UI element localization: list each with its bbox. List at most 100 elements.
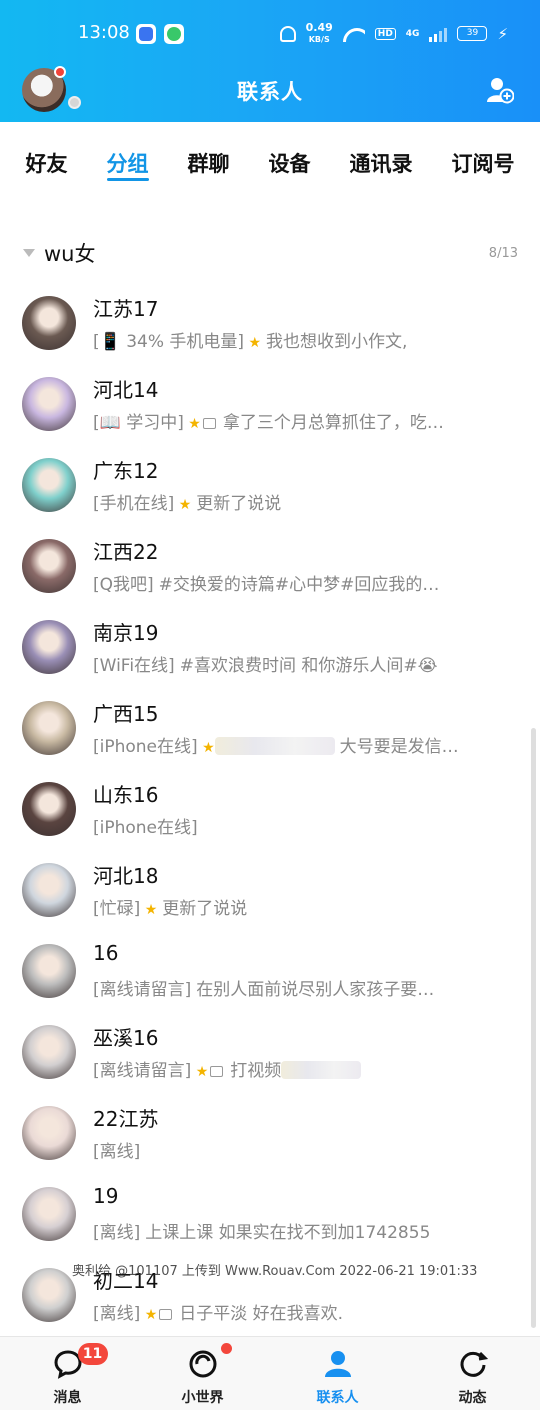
- scrollbar[interactable]: [531, 728, 536, 1328]
- page-title: 联系人: [237, 80, 303, 104]
- contact-name: 16: [93, 941, 119, 965]
- contact-row[interactable]: 河北14 [📖 学习中] ★ 拿了三个月总算抓住了，吃…: [0, 364, 540, 445]
- contact-avatar[interactable]: [22, 539, 76, 593]
- network-type: 4G: [405, 28, 420, 39]
- status-time: 13:08: [78, 22, 130, 43]
- contact-name: 22江苏: [93, 1107, 159, 1131]
- star-icon: ★: [197, 740, 215, 756]
- status-text: #喜欢浪费时间 和你游乐人间#😭: [179, 656, 438, 676]
- hd-badge: HD: [374, 27, 396, 40]
- charging-icon: ⚡: [497, 24, 508, 43]
- nav-messages[interactable]: 11 消息: [18, 1337, 118, 1410]
- contact-avatar[interactable]: [22, 1268, 76, 1322]
- contact-status-line: [离线请留言] ★ 打视频: [93, 1056, 362, 1081]
- star-icon: ★: [244, 335, 262, 351]
- contact-name: 山东16: [93, 783, 159, 807]
- tab-address-book[interactable]: 通讯录: [350, 122, 413, 194]
- online-status: [iPhone在线]: [93, 737, 198, 757]
- star-icon: ★: [174, 497, 192, 513]
- image-icon: [210, 1066, 224, 1077]
- contact-avatar[interactable]: [22, 863, 76, 917]
- status-text: 我也想收到小作文,: [266, 332, 408, 352]
- contact-row[interactable]: 16 [离线请留言] 在别人面前说尽别人家孩子要…: [0, 931, 540, 1012]
- contact-status-line: [iPhone在线]: [93, 813, 198, 838]
- nav-label: 联系人: [316, 1390, 359, 1406]
- tab-groups[interactable]: 分组: [106, 122, 149, 194]
- contact-avatar[interactable]: [22, 1187, 76, 1241]
- contact-row[interactable]: 河北18 [忙碌] ★ 更新了说说: [0, 850, 540, 931]
- contact-name: 19: [93, 1184, 119, 1208]
- contact-row[interactable]: 广西15 [iPhone在线] ★ 大号要是发信…: [0, 688, 540, 769]
- status-text: 更新了说说: [196, 494, 282, 514]
- nav-label: 小世界: [181, 1390, 224, 1406]
- online-status: [离线请留言]: [93, 980, 192, 1000]
- net-speed: 0.49 KB/S: [306, 22, 333, 45]
- battery-icon: 39: [457, 26, 488, 41]
- online-status: [手机在线]: [93, 494, 175, 514]
- contact-name: 广东12: [93, 459, 159, 483]
- status-text: 日子平淡 好在我喜欢.: [179, 1304, 344, 1324]
- contact-row[interactable]: 22江苏 [离线]: [0, 1093, 540, 1174]
- bottom-nav: 11 消息 小世界 联系人 动态: [0, 1336, 540, 1410]
- contact-avatar[interactable]: [22, 296, 76, 350]
- group-header[interactable]: wu女 8/13: [0, 232, 540, 276]
- contact-name: 江苏17: [93, 297, 159, 321]
- nav-contacts[interactable]: 联系人: [288, 1337, 388, 1410]
- contact-avatar[interactable]: [22, 782, 76, 836]
- contact-avatar[interactable]: [22, 377, 76, 431]
- contact-status-line: [iPhone在线] ★ 大号要是发信…: [93, 732, 459, 757]
- contact-list: 江苏17 [📱 34% 手机电量] ★ 我也想收到小作文, 河北14 [📖 学习中] ★…: [0, 283, 540, 1336]
- status-text: 上课上课 如果实在找不到加1742855: [145, 1223, 431, 1243]
- contact-row[interactable]: 南京19 [WiFi在线] #喜欢浪费时间 和你游乐人间#😭: [0, 607, 540, 688]
- blurred-content: [281, 1061, 362, 1079]
- contact-row[interactable]: 山东16 [iPhone在线]: [0, 769, 540, 850]
- star-icon: ★: [140, 1307, 158, 1323]
- nav-small-world[interactable]: 小世界: [153, 1337, 253, 1410]
- status-text: 拿了三个月总算抓住了，吃…: [222, 413, 444, 433]
- contact-avatar[interactable]: [22, 458, 76, 512]
- tab-group-chats[interactable]: 群聊: [188, 122, 230, 194]
- contact-avatar[interactable]: [22, 620, 76, 674]
- tab-devices[interactable]: 设备: [269, 122, 311, 194]
- contact-status-line: [离线请留言] 在别人面前说尽别人家孩子要…: [93, 975, 434, 1000]
- nav-label: 动态: [458, 1390, 487, 1406]
- add-friend-icon[interactable]: [486, 76, 514, 104]
- signal-icon: [429, 26, 448, 42]
- unread-badge: 11: [77, 1343, 108, 1365]
- online-status: [📱 34% 手机电量]: [93, 332, 245, 352]
- notification-app-icon: [136, 24, 156, 44]
- contact-avatar[interactable]: [22, 1106, 76, 1160]
- contact-status-line: [手机在线] ★ 更新了说说: [93, 489, 281, 514]
- top-header: 13:08 0.49 KB/S HD 4G 39 ⚡ 联系人: [0, 0, 540, 122]
- nav-feed[interactable]: 动态: [423, 1337, 523, 1410]
- tab-friends[interactable]: 好友: [26, 122, 68, 194]
- net-speed-unit: KB/S: [308, 35, 330, 44]
- online-status: [忙碌]: [93, 899, 141, 919]
- contact-avatar[interactable]: [22, 944, 76, 998]
- tab-subscriptions[interactable]: 订阅号: [452, 122, 515, 194]
- contact-status-line: [离线] 上课上课 如果实在找不到加1742855: [93, 1218, 430, 1243]
- contact-row[interactable]: 广东12 [手机在线] ★ 更新了说说: [0, 445, 540, 526]
- watermark: 奥利给 @101107 上传到 Www.Rouav.Com 2022-06-21…: [72, 1264, 478, 1279]
- online-status: [离线]: [93, 1142, 141, 1162]
- contact-row[interactable]: 19 [离线] 上课上课 如果实在找不到加1742855: [0, 1174, 540, 1255]
- status-text: 打视频: [230, 1061, 282, 1081]
- contact-avatar[interactable]: [22, 701, 76, 755]
- online-status: [WiFi在线]: [93, 656, 175, 676]
- status-text: 大号要是发信…: [339, 737, 459, 757]
- status-text: 在别人面前说尽别人家孩子要…: [196, 980, 435, 1000]
- feed-icon: [460, 1351, 488, 1377]
- contact-name: 巫溪16: [93, 1026, 159, 1050]
- contact-avatar[interactable]: [22, 1025, 76, 1079]
- world-icon: [189, 1350, 216, 1378]
- star-icon: ★: [191, 1064, 209, 1080]
- contact-row[interactable]: 巫溪16 [离线请留言] ★ 打视频: [0, 1012, 540, 1093]
- contact-row[interactable]: 江苏17 [📱 34% 手机电量] ★ 我也想收到小作文,: [0, 283, 540, 364]
- online-status: [Q我吧]: [93, 575, 154, 595]
- net-speed-value: 0.49: [305, 21, 333, 34]
- notification-chat-icon: [164, 24, 184, 44]
- contact-row[interactable]: 江西22 [Q我吧] #交换爱的诗篇#心中梦#回应我的…: [0, 526, 540, 607]
- contact-name: 广西15: [93, 702, 159, 726]
- status-text: 更新了说说: [162, 899, 248, 919]
- nav-label: 消息: [53, 1390, 82, 1406]
